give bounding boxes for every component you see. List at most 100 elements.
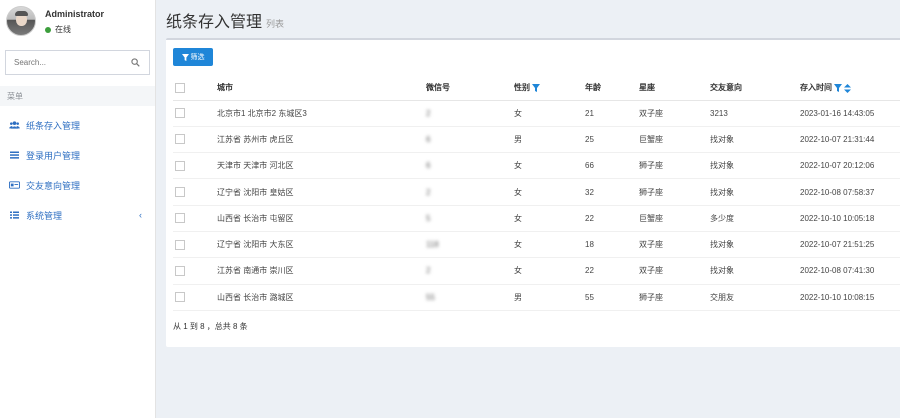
cell-city-value: 辽宁省 沈阳市 皇姑区 xyxy=(217,187,294,197)
cell-time: 2022-10-07 20:12:06 xyxy=(800,152,900,180)
table-row[interactable]: 江苏省 苏州市 虎丘区 6 男 25 巨蟹座 找对象 2022-10-07 21:31:44 xyxy=(173,126,900,154)
cell-time: 2022-10-08 07:58:37 xyxy=(800,178,900,206)
row-checkbox[interactable] xyxy=(175,108,185,119)
cell-age-value: 32 xyxy=(585,187,594,197)
cell-time-value: 2022-10-07 20:12:06 xyxy=(800,161,875,171)
sidebar-item-system[interactable]: 系统管理 ‹ xyxy=(0,200,155,230)
header-gender[interactable]: 性别 xyxy=(514,76,585,101)
table-row[interactable]: 天津市 天津市 河北区 6 女 66 狮子座 找对象 2022-10-07 20:12:06 xyxy=(173,152,900,180)
cell-age-value: 22 xyxy=(585,213,594,223)
cell-gender-value: 男 xyxy=(514,292,522,302)
cell-time: 2022-10-10 10:08:15 xyxy=(800,284,900,311)
cell-intent-value: 找对象 xyxy=(710,266,734,276)
cell-wechat: 6 xyxy=(426,152,514,180)
table-row[interactable]: 辽宁省 沈阳市 大东区 118 女 18 双子座 找对象 2022-10-07 21:51:… xyxy=(173,231,900,259)
cell-gender: 男 xyxy=(514,284,585,311)
menu-header: 菜单 xyxy=(0,86,155,106)
cell-gender-value: 男 xyxy=(514,134,522,144)
cell-gender: 女 xyxy=(514,231,585,259)
list-icon xyxy=(10,151,19,159)
sidebar-item-login-users[interactable]: 登录用户管理 xyxy=(0,140,155,170)
cell-city: 山西省 长治市 屯留区 xyxy=(217,205,426,232)
cell-wechat-value: 2 xyxy=(426,266,431,276)
cell-star-value: 狮子座 xyxy=(639,187,663,197)
header-intent[interactable]: 交友意向 xyxy=(710,76,800,101)
page-subtitle: 列表 xyxy=(266,19,285,29)
sidebar-item-dating-intent[interactable]: 交友意向管理 xyxy=(0,170,155,200)
content-box: 筛选 城市 微信号 性别 年龄 星座 交友意向 存入时间 北京市1 北京市2 东… xyxy=(166,38,900,347)
cell-city-value: 辽宁省 沈阳市 大东区 xyxy=(217,240,294,250)
cell-intent: 找对象 xyxy=(710,152,800,180)
row-checkbox[interactable] xyxy=(175,187,185,198)
sidebar: Administrator 在线 菜单 纸条存入管理 登录用户管理 xyxy=(0,0,156,418)
cell-age: 18 xyxy=(585,231,639,259)
header-age[interactable]: 年龄 xyxy=(585,76,639,101)
cell-age-value: 21 xyxy=(585,108,594,118)
header-city[interactable]: 城市 xyxy=(217,76,426,101)
sidebar-search xyxy=(5,50,150,75)
cell-gender-value: 女 xyxy=(514,187,522,197)
cell-star: 双子座 xyxy=(639,257,710,285)
sidebar-item-note-storage[interactable]: 纸条存入管理 xyxy=(0,110,155,140)
table-row[interactable]: 北京市1 北京市2 东城区3 2 女 21 双子座 3213 2023-01-16 14:4… xyxy=(173,100,900,127)
cell-wechat: 6 xyxy=(426,126,514,154)
cell-time: 2022-10-10 10:05:18 xyxy=(800,205,900,232)
search-icon[interactable] xyxy=(131,58,140,67)
cell-wechat-value: 6 xyxy=(426,161,431,171)
select-all-checkbox[interactable] xyxy=(175,82,185,93)
cell-gender: 女 xyxy=(514,257,585,285)
row-checkbox-cell xyxy=(173,178,217,206)
cell-intent: 找对象 xyxy=(710,231,800,259)
row-checkbox[interactable] xyxy=(175,292,185,303)
row-checkbox[interactable] xyxy=(175,239,185,250)
sort-icon[interactable] xyxy=(844,83,851,93)
cell-time-value: 2022-10-07 21:31:44 xyxy=(800,134,875,144)
cell-age: 22 xyxy=(585,205,639,232)
cell-intent-value: 交朋友 xyxy=(710,292,734,302)
table-row[interactable]: 江苏省 南通市 崇川区 2 女 22 双子座 找对象 2022-10-08 07:41:30 xyxy=(173,257,900,285)
pagination-info: 从 1 到 8 ，总共 8 条 xyxy=(173,322,248,331)
cell-city-value: 山西省 长治市 潞城区 xyxy=(217,292,294,302)
cell-star: 巨蟹座 xyxy=(639,205,710,232)
filter-button[interactable]: 筛选 xyxy=(173,48,213,66)
cell-star-value: 双子座 xyxy=(639,108,663,118)
table-row[interactable]: 山西省 长治市 潞城区 55 男 55 狮子座 交朋友 2022-10-10 10:08:1… xyxy=(173,284,900,311)
cell-gender-value: 女 xyxy=(514,108,522,118)
row-checkbox-cell xyxy=(173,205,217,232)
cell-intent-value: 3213 xyxy=(710,108,728,118)
cell-city-value: 江苏省 南通市 崇川区 xyxy=(217,266,294,276)
cell-time: 2022-10-07 21:31:44 xyxy=(800,126,900,154)
filter-icon[interactable] xyxy=(834,84,842,93)
cell-intent-value: 找对象 xyxy=(710,134,734,144)
cell-wechat-value: 2 xyxy=(426,108,431,118)
header-time[interactable]: 存入时间 xyxy=(800,76,900,101)
cell-age-value: 18 xyxy=(585,240,594,250)
user-panel: Administrator 在线 xyxy=(0,0,155,44)
table-row[interactable]: 山西省 长治市 屯留区 5 女 22 巨蟹座 多少度 2022-10-10 10:05:18 xyxy=(173,205,900,232)
cell-city: 北京市1 北京市2 东城区3 xyxy=(217,100,426,127)
header-wechat[interactable]: 微信号 xyxy=(426,76,514,101)
cell-wechat: 2 xyxy=(426,100,514,127)
row-checkbox[interactable] xyxy=(175,213,185,224)
row-checkbox[interactable] xyxy=(175,265,185,276)
row-checkbox[interactable] xyxy=(175,160,185,171)
cell-age-value: 22 xyxy=(585,266,594,276)
cell-wechat: 5 xyxy=(426,205,514,232)
cell-time-value: 2022-10-07 21:51:25 xyxy=(800,240,875,250)
row-checkbox-cell xyxy=(173,284,217,311)
cell-city: 江苏省 苏州市 虎丘区 xyxy=(217,126,426,154)
table-row[interactable]: 辽宁省 沈阳市 皇姑区 2 女 32 狮子座 找对象 2022-10-08 07:58:37 xyxy=(173,178,900,206)
header-star[interactable]: 星座 xyxy=(639,76,710,101)
main-content: 纸条存入管理 列表 筛选 城市 微信号 性别 年龄 星座 交友意向 存入时间 北京… xyxy=(156,0,900,418)
page-title: 纸条存入管理 列表 xyxy=(166,8,284,32)
cell-age: 32 xyxy=(585,178,639,206)
cell-intent: 多少度 xyxy=(710,205,800,232)
row-checkbox[interactable] xyxy=(175,134,185,145)
cell-age-value: 55 xyxy=(585,292,594,302)
filter-icon[interactable] xyxy=(532,84,540,93)
cell-age: 66 xyxy=(585,152,639,180)
cell-time-value: 2022-10-08 07:41:30 xyxy=(800,266,875,276)
search-input[interactable] xyxy=(6,51,116,74)
row-checkbox-cell xyxy=(173,231,217,259)
cell-age: 22 xyxy=(585,257,639,285)
